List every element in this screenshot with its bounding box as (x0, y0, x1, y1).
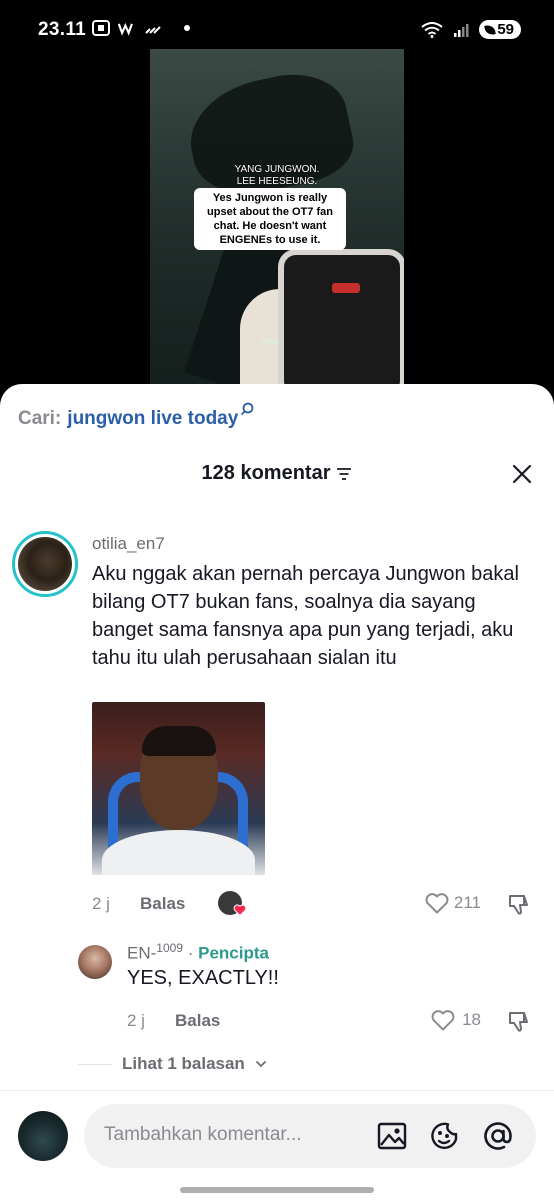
wifi-icon (421, 21, 443, 38)
reply-username-sup: 1009 (156, 941, 183, 955)
search-prefix: Cari: (18, 408, 62, 429)
video-caption-names: YANG JUNGWON. LEE HEESEUNG. (234, 164, 320, 187)
reply-like-button[interactable]: 18 (430, 1008, 481, 1032)
battery-indicator: 59 (479, 20, 521, 39)
comment-meta: 2 j Balas 211 (92, 891, 537, 921)
dislike-icon[interactable] (507, 1008, 533, 1034)
filter-icon[interactable] (336, 467, 352, 481)
status-notification-icons (92, 20, 190, 36)
video-caption-main: Yes Jungwon is really upset about the OT… (194, 188, 346, 250)
reply-avatar[interactable] (78, 945, 112, 979)
close-icon[interactable] (510, 462, 534, 486)
mention-icon[interactable] (482, 1120, 514, 1152)
screenshot-icon (92, 20, 110, 36)
comment-attached-image[interactable] (92, 702, 265, 875)
reply-user-line: EN-1009 · Pencipta (127, 941, 269, 964)
reply-text: YES, EXACTLY!! (127, 967, 279, 989)
cell-signal-icon (454, 23, 469, 37)
comment-like-button[interactable]: 211 (424, 891, 481, 915)
video-phone (278, 249, 404, 389)
comment-username[interactable]: otilia_en7 (92, 534, 165, 554)
reply-username[interactable]: EN- (127, 944, 156, 963)
webtoon-icon (118, 22, 133, 36)
status-system-icons: 59 (421, 20, 521, 39)
search-icon (241, 402, 254, 416)
reply-separator: · (187, 943, 194, 963)
view-replies-button[interactable]: Lihat 1 balasan (78, 1054, 267, 1074)
comment-avatar[interactable] (12, 531, 78, 597)
comment-avatar-image (18, 537, 72, 591)
signal-slash-icon (145, 26, 161, 34)
creator-liked-heart-icon (233, 904, 247, 917)
reply-reply-button[interactable]: Balas (175, 1011, 220, 1031)
comments-sheet: Cari: jungwon live today 128 komentar ot… (0, 384, 554, 1200)
reply-time: 2 j (127, 1011, 145, 1030)
comment-composer: Tambahkan komentar... (0, 1090, 554, 1200)
status-time: 23.11 (38, 19, 86, 40)
home-indicator[interactable] (180, 1187, 374, 1193)
heart-icon (425, 893, 449, 914)
search-suggestion[interactable]: Cari: jungwon live today (18, 402, 254, 430)
comment-time: 2 j (92, 894, 110, 913)
chevron-down-icon (255, 1060, 266, 1068)
view-replies-divider (78, 1063, 112, 1065)
video-phone-record (332, 283, 360, 293)
image-icon[interactable] (376, 1120, 408, 1152)
current-user-avatar (18, 1111, 68, 1161)
dislike-icon[interactable] (507, 891, 533, 917)
battery-level: 59 (497, 21, 514, 38)
creator-badge: Pencipta (198, 943, 269, 963)
image-hair (142, 726, 216, 756)
comment-reply-button[interactable]: Balas (140, 894, 185, 914)
battery-saver-icon (484, 23, 497, 36)
reply-like-count: 18 (462, 1010, 481, 1029)
view-replies-label: Lihat 1 balasan (122, 1054, 245, 1073)
search-query-link[interactable]: jungwon live today (67, 408, 238, 430)
video-watermark: @hay... (262, 339, 283, 345)
comment-input-placeholder: Tambahkan komentar... (104, 1124, 302, 1145)
comment-text: Aku nggak akan pernah percaya Jungwon ba… (92, 563, 519, 669)
notification-dot (184, 25, 190, 31)
comment-like-count: 211 (453, 893, 481, 912)
heart-icon (431, 1010, 455, 1031)
comments-count-title: 128 komentar (201, 462, 331, 484)
comments-header: 128 komentar (0, 462, 554, 485)
emoji-icon[interactable] (429, 1120, 461, 1152)
comment-input[interactable]: Tambahkan komentar... (84, 1104, 536, 1168)
video-player[interactable]: YANG JUNGWON. LEE HEESEUNG. Yes Jungwon … (150, 49, 404, 389)
